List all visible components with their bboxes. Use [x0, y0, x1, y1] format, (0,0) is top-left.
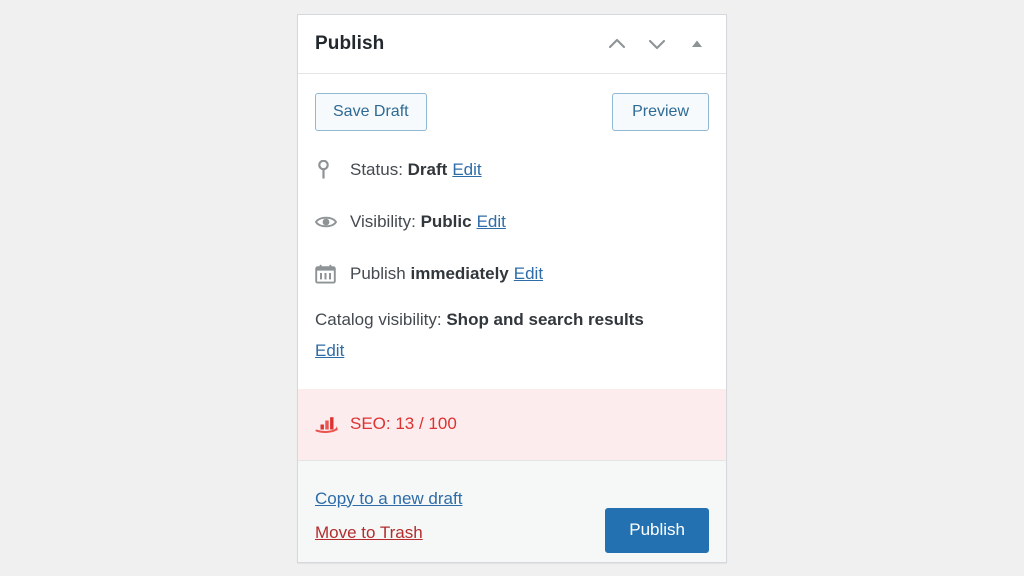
- screen: Publish Save Draft Preview Status: Draft…: [0, 0, 1024, 576]
- page-title: Publish: [315, 33, 385, 54]
- seo-score-band[interactable]: SEO: 13 / 100: [298, 388, 726, 460]
- post-status-icon: [315, 160, 339, 180]
- publish-date-row: Publish immediately Edit: [298, 248, 726, 300]
- visibility-label: Visibility:: [350, 212, 416, 232]
- chevron-up-icon: [606, 33, 628, 55]
- move-to-trash-link[interactable]: Move to Trash: [315, 523, 462, 543]
- visibility-value: Public: [420, 212, 472, 232]
- catalog-visibility-label: Catalog visibility:: [315, 310, 442, 330]
- seo-bar-chart-icon: [315, 415, 341, 434]
- publish-button[interactable]: Publish: [605, 507, 709, 554]
- save-draft-button[interactable]: Save Draft: [315, 93, 427, 132]
- toggle-panel-button[interactable]: [682, 29, 712, 59]
- visibility-text: Visibility: Public: [350, 211, 472, 233]
- publish-date-text: Publish immediately: [350, 263, 509, 285]
- status-row: Status: Draft Edit: [298, 144, 726, 196]
- publish-date-label: Publish: [350, 264, 406, 284]
- status-value: Draft: [407, 160, 448, 180]
- metabox-footer: Copy to a new draft Move to Trash Publis…: [298, 459, 726, 563]
- copy-to-new-draft-link[interactable]: Copy to a new draft: [315, 489, 462, 509]
- publish-date-value: immediately: [410, 264, 509, 284]
- triangle-up-icon: [688, 35, 706, 53]
- draft-actions-row: Save Draft Preview: [298, 74, 726, 144]
- publish-metabox: Publish Save Draft Preview Status: Draft…: [297, 14, 727, 563]
- calendar-icon: [315, 264, 339, 284]
- visibility-row: Visibility: Public Edit: [298, 196, 726, 248]
- move-down-button[interactable]: [642, 29, 672, 59]
- status-text: Status: Draft: [350, 159, 447, 181]
- footer-links: Copy to a new draft Move to Trash: [315, 487, 462, 543]
- metabox-body: Save Draft Preview Status: Draft Edit Vi…: [298, 74, 726, 389]
- move-up-button[interactable]: [602, 29, 632, 59]
- chevron-down-icon: [646, 33, 668, 55]
- visibility-eye-icon: [315, 214, 339, 230]
- status-label: Status:: [350, 160, 403, 180]
- visibility-edit-link[interactable]: Edit: [477, 211, 506, 233]
- preview-button[interactable]: Preview: [612, 93, 709, 132]
- catalog-visibility-row: Catalog visibility: Shop and search resu…: [298, 300, 726, 380]
- header-actions: [602, 29, 712, 59]
- catalog-visibility-value: Shop and search results: [446, 310, 644, 330]
- publish-date-edit-link[interactable]: Edit: [514, 263, 543, 285]
- metabox-header: Publish: [298, 15, 726, 74]
- catalog-visibility-edit-link[interactable]: Edit: [315, 336, 709, 366]
- seo-score-text: SEO: 13 / 100: [350, 414, 457, 434]
- status-edit-link[interactable]: Edit: [452, 159, 481, 181]
